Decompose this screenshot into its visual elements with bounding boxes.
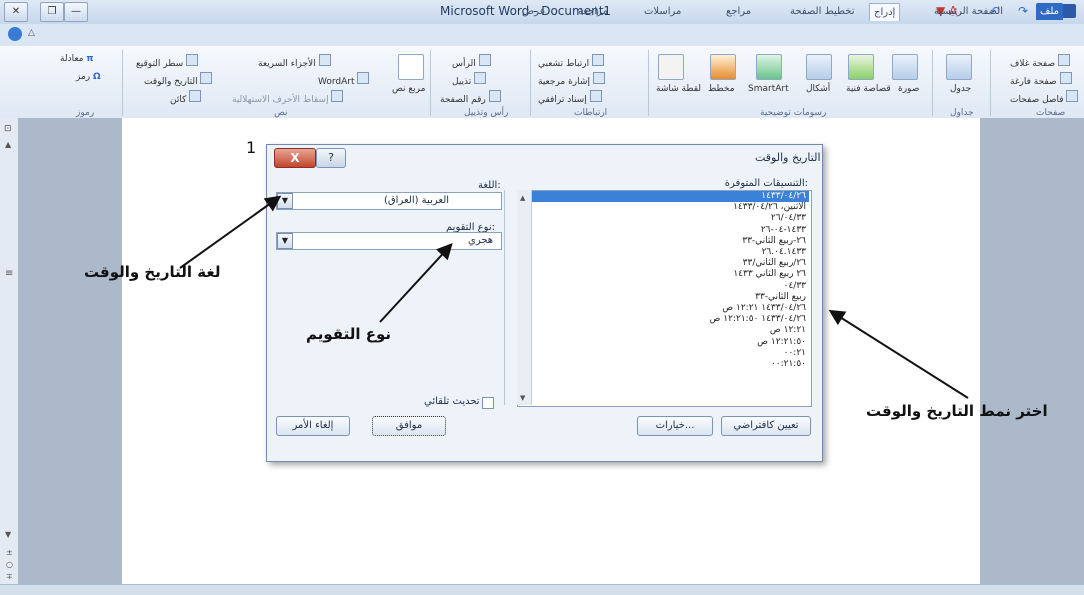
callout-arrows	[179, 195, 969, 399]
language-arrow	[179, 195, 282, 269]
calendar-arrow	[379, 243, 453, 323]
format-arrow	[828, 309, 969, 399]
